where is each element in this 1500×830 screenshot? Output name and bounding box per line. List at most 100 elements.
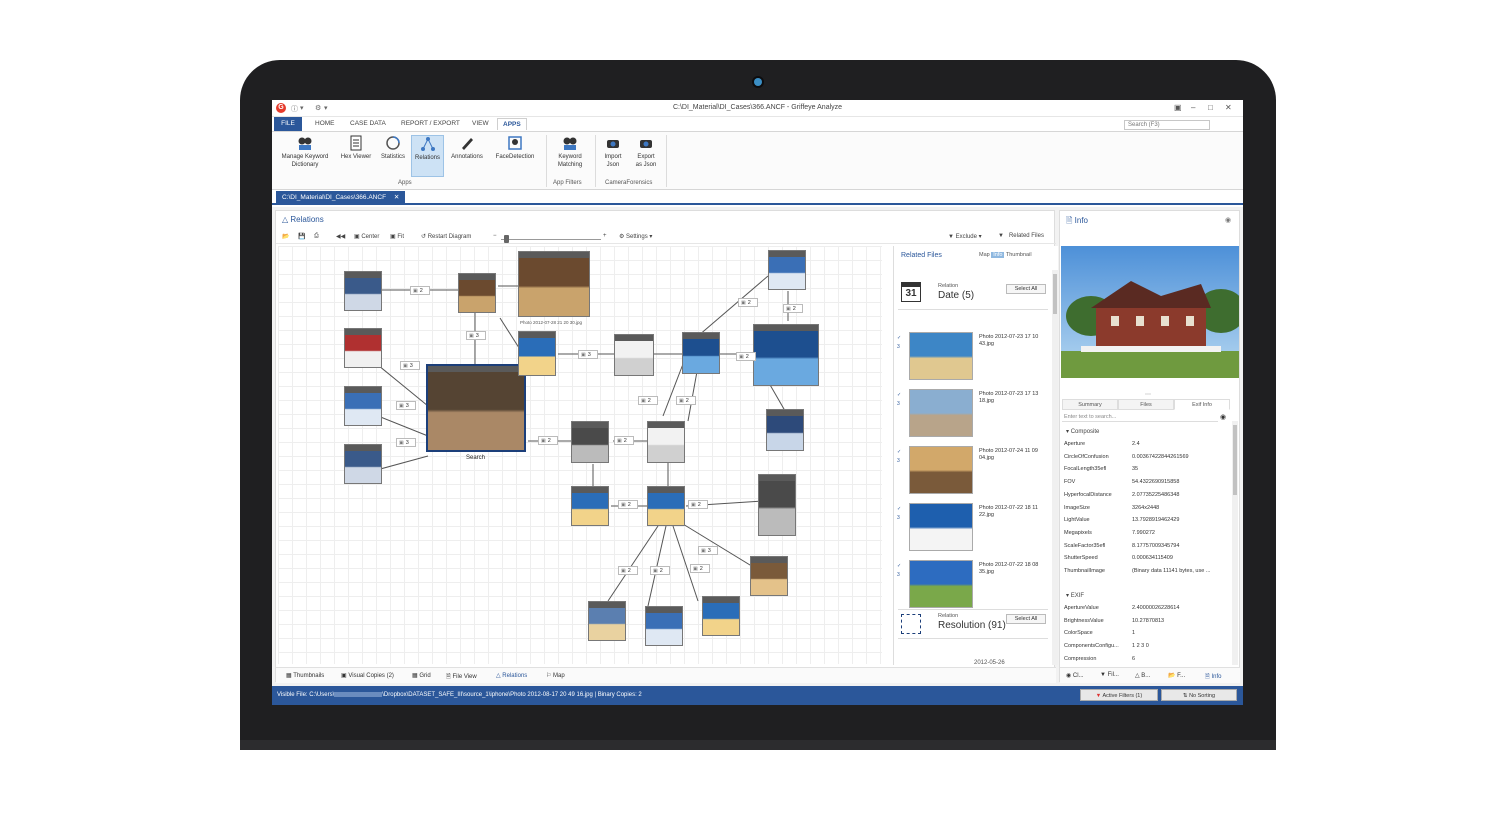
open-folder-icon[interactable]: 📂 — [282, 233, 289, 240]
relations-button[interactable]: Relations — [411, 135, 444, 177]
image-node[interactable] — [344, 386, 382, 426]
binoculars-icon[interactable]: ◉ — [1220, 413, 1226, 421]
relation-count-badge[interactable]: 3 — [396, 401, 416, 410]
property-value[interactable]: 35 — [1132, 466, 1138, 472]
search-input[interactable]: Search (F3) — [1124, 120, 1210, 130]
relation-count-badge[interactable]: 2 — [783, 304, 803, 313]
section-composite[interactable]: ▾ Composite — [1066, 428, 1099, 435]
restart-diagram-button[interactable]: ↺ Restart Diagram — [421, 233, 471, 240]
property-value[interactable]: 54.4322690915858 — [1132, 479, 1179, 485]
section-exif[interactable]: ▾ EXIF — [1066, 592, 1084, 599]
check-icon[interactable]: ✓ 3 — [897, 448, 903, 492]
tab-file-view[interactable]: 🗎 File View — [446, 672, 477, 682]
relation-count-badge[interactable]: 2 — [738, 298, 758, 307]
tab-case-data[interactable]: CASE DATA — [350, 120, 386, 127]
relation-count-badge[interactable]: 2 — [638, 396, 658, 405]
property-value[interactable]: (Binary data 11141 bytes, use ... — [1132, 568, 1210, 574]
relation-count-badge[interactable]: 2 — [736, 352, 756, 361]
relation-count-badge[interactable]: 2 — [538, 436, 558, 445]
print-icon[interactable]: ⎙ — [314, 233, 319, 240]
relation-count-badge[interactable]: 2 — [690, 564, 710, 573]
view-thumbnail[interactable]: Thumbnail — [1006, 252, 1032, 258]
zoom-out-icon[interactable]: − — [493, 233, 497, 239]
image-node[interactable] — [518, 331, 556, 376]
sorting-button[interactable]: ⇅ No Sorting — [1161, 689, 1237, 701]
check-icon[interactable]: ✓ 3 — [897, 505, 903, 549]
tab-apps[interactable]: APPS — [497, 118, 527, 130]
splitter-handle[interactable]: ⋯ — [1145, 391, 1151, 398]
zoom-in-icon[interactable]: + — [603, 233, 607, 239]
relation-count-badge[interactable]: 2 — [650, 566, 670, 575]
view-info[interactable]: Info — [991, 252, 1005, 258]
image-node[interactable] — [758, 474, 796, 536]
select-all-button[interactable]: Select All — [1006, 284, 1046, 294]
tab-b[interactable]: △ B... — [1135, 672, 1150, 679]
tab-filters[interactable]: ▼ Fil... — [1100, 672, 1119, 678]
check-icon[interactable]: ✓ 3 — [897, 562, 903, 606]
tab-visual-copies[interactable]: ▣ Visual Copies (2) — [341, 672, 394, 679]
related-files-toggle[interactable]: ▼ Related Files — [998, 233, 1044, 239]
statistics-button[interactable]: Statistics — [376, 135, 410, 161]
image-node[interactable] — [571, 486, 609, 526]
close-tab-icon[interactable]: ✕ — [394, 194, 399, 201]
tab-summary[interactable]: Summary — [1062, 399, 1118, 410]
active-filters-button[interactable]: ▼ Active Filters (1) — [1080, 689, 1158, 701]
relations-diagram[interactable]: Photo 2012-07-28 21 20 30.jpg Search 2 3 3 3 3… — [278, 246, 882, 664]
fit-button[interactable]: ▣ Fit — [390, 233, 404, 240]
property-value[interactable]: 3264x2448 — [1132, 505, 1159, 511]
property-value[interactable]: 10.27870813 — [1132, 618, 1164, 624]
tab-info[interactable]: 🗎 Info — [1205, 672, 1222, 682]
relation-count-badge[interactable]: 2 — [688, 500, 708, 509]
image-node[interactable] — [750, 556, 788, 596]
select-all-button[interactable]: Select All — [1006, 614, 1046, 624]
info-scrollbar[interactable] — [1232, 421, 1238, 665]
tab-cl[interactable]: ◉ Cl... — [1066, 672, 1084, 679]
image-node[interactable] — [682, 332, 720, 374]
property-value[interactable]: 1 — [1132, 630, 1135, 636]
image-node[interactable] — [702, 596, 740, 636]
center-button[interactable]: ▣ Center — [354, 233, 379, 240]
save-icon[interactable]: 💾 — [298, 233, 305, 240]
tab-grid[interactable]: ▦ Grid — [412, 672, 431, 679]
tab-exif-info[interactable]: Exif Info — [1174, 399, 1230, 410]
tab-files[interactable]: Files — [1118, 399, 1174, 410]
image-node[interactable] — [766, 409, 804, 451]
import-json-button[interactable]: Import Json — [598, 135, 628, 169]
relation-count-badge[interactable]: 3 — [578, 350, 598, 359]
related-file-item[interactable]: ✓ 3 Photo 2012-07-23 17 10 43.jpg — [895, 332, 1048, 387]
document-tab[interactable]: C:\DI_Material\DI_Cases\366.ANCF ✕ — [276, 191, 406, 205]
property-value[interactable]: 1 2 3 0 — [1132, 643, 1149, 649]
pin-icon[interactable]: ◉ — [1225, 216, 1231, 224]
property-value[interactable]: 13.7928919462429 — [1132, 517, 1179, 523]
tab-map[interactable]: ⚐ Map — [546, 672, 565, 679]
settings-button[interactable]: ⚙ Settings ▾ — [619, 233, 652, 240]
relation-group-date[interactable]: 31 Relation Date (5) Select All — [898, 280, 1048, 310]
relation-count-badge[interactable]: 3 — [396, 438, 416, 447]
relation-count-badge[interactable]: 3 — [466, 331, 486, 340]
annotations-button[interactable]: Annotations — [446, 135, 488, 161]
tab-relations[interactable]: △ Relations — [496, 672, 527, 679]
face-detection-button[interactable]: FaceDetection — [490, 135, 540, 161]
property-value[interactable]: 8.17757009345794 — [1132, 543, 1179, 549]
image-node[interactable] — [588, 601, 626, 641]
zoom-slider-thumb[interactable] — [504, 235, 509, 243]
relation-count-badge[interactable]: 2 — [618, 566, 638, 575]
image-node[interactable] — [753, 324, 819, 386]
image-node[interactable] — [647, 486, 685, 526]
scroll-thumb[interactable] — [1233, 425, 1237, 495]
zoom-slider[interactable] — [501, 239, 601, 240]
property-value[interactable]: 2.07735225486348 — [1132, 492, 1179, 498]
relation-group-resolution[interactable]: Relation Resolution (91) Select All — [898, 609, 1048, 639]
keyword-matching-button[interactable]: Keyword Matching — [550, 135, 590, 169]
back-icon[interactable]: ◀◀ — [336, 233, 345, 240]
check-icon[interactable]: ✓ 3 — [897, 391, 903, 435]
exclude-button[interactable]: ▼ Exclude ▾ — [948, 233, 982, 240]
info-search-input[interactable]: Enter text to search... — [1062, 412, 1218, 422]
related-file-item[interactable]: ✓ 3 Photo 2012-07-22 18 11 22.jpg — [895, 503, 1048, 558]
image-node[interactable] — [647, 421, 685, 463]
maximize-button[interactable]: □ — [1208, 103, 1213, 112]
image-node[interactable] — [645, 606, 683, 646]
property-value[interactable]: 0.000634115409 — [1132, 555, 1173, 561]
tab-thumbnails[interactable]: ▦ Thumbnails — [286, 672, 324, 679]
related-file-item[interactable]: ✓ 3 Photo 2012-07-23 17 13 18.jpg — [895, 389, 1048, 444]
